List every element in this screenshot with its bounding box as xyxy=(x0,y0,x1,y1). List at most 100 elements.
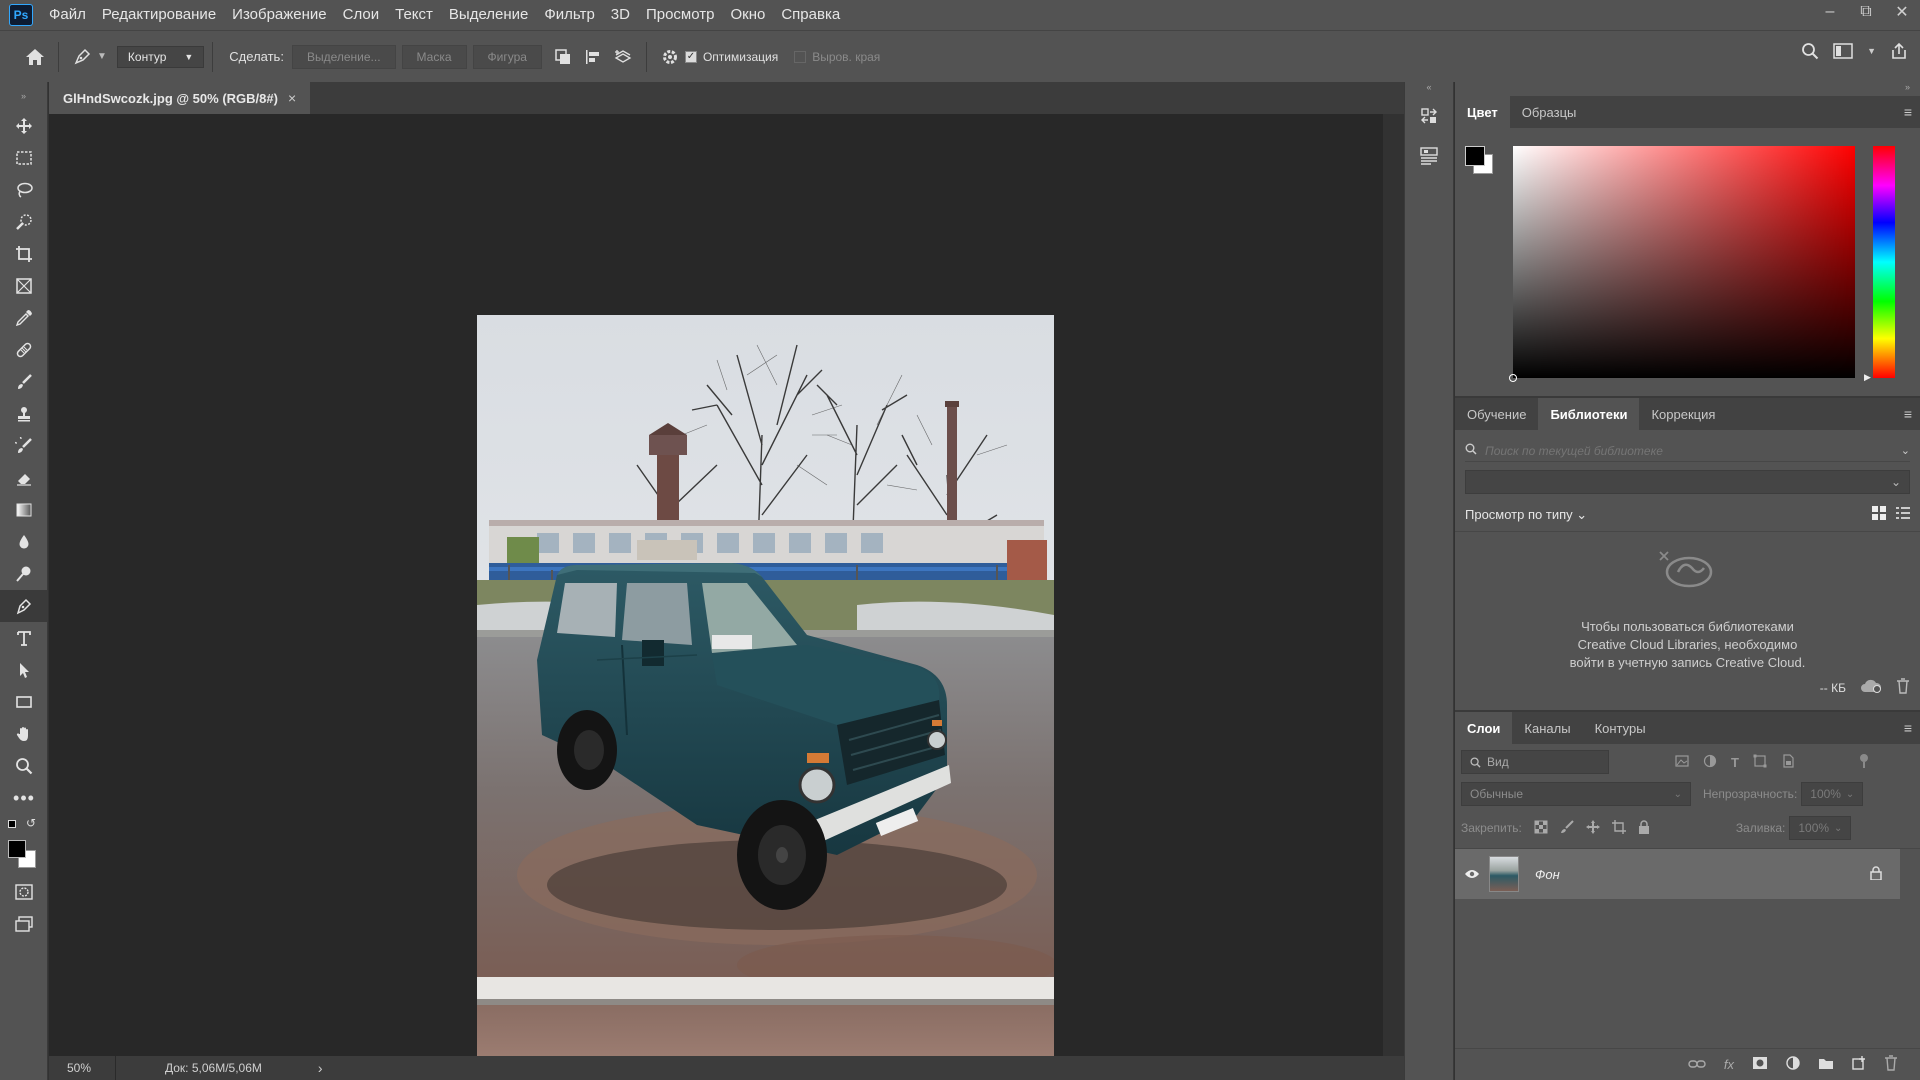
library-search[interactable]: ⌄ xyxy=(1465,440,1910,462)
close-icon[interactable]: × xyxy=(288,90,296,106)
cloud-sync-icon[interactable] xyxy=(1860,679,1882,696)
properties-panel-icon[interactable] xyxy=(1405,136,1453,176)
path-operations-icon[interactable] xyxy=(548,42,578,72)
lock-position-icon[interactable] xyxy=(1585,819,1600,837)
tab-color[interactable]: Цвет xyxy=(1455,96,1510,128)
panel-menu-icon[interactable]: ≡ xyxy=(1904,720,1912,736)
color-field[interactable] xyxy=(1509,146,1855,382)
collapse-toolbar-icon[interactable]: » xyxy=(0,82,47,110)
menu-view[interactable]: Просмотр xyxy=(638,0,723,30)
tab-layers[interactable]: Слои xyxy=(1455,712,1513,744)
menu-layers[interactable]: Слои xyxy=(335,0,387,30)
eyedropper-tool-icon[interactable] xyxy=(0,302,48,334)
menu-type[interactable]: Текст xyxy=(387,0,441,30)
menu-3d[interactable]: 3D xyxy=(603,0,638,30)
restore-icon[interactable]: ⧉ xyxy=(1848,0,1884,24)
collapse-panels-icon[interactable]: » xyxy=(1455,82,1920,96)
status-menu-arrow[interactable]: › xyxy=(318,1060,323,1076)
minimize-icon[interactable]: – xyxy=(1812,0,1848,24)
workspace-icon[interactable] xyxy=(1833,43,1853,59)
menu-window[interactable]: Окно xyxy=(722,0,773,30)
adjustment-filter-icon[interactable] xyxy=(1703,754,1717,771)
close-icon[interactable]: ✕ xyxy=(1884,0,1920,24)
history-brush-tool-icon[interactable] xyxy=(0,430,48,462)
tab-libraries[interactable]: Библиотеки xyxy=(1538,398,1640,430)
tab-swatches[interactable]: Образцы xyxy=(1510,96,1589,128)
quick-selection-tool-icon[interactable] xyxy=(0,206,48,238)
healing-brush-tool-icon[interactable] xyxy=(0,334,48,366)
layer-mask-icon[interactable] xyxy=(1752,1056,1768,1073)
type-tool-icon[interactable] xyxy=(0,622,48,654)
hue-slider-handle[interactable]: ▶ xyxy=(1864,372,1871,383)
gear-icon[interactable] xyxy=(655,42,685,72)
rectangle-tool-icon[interactable] xyxy=(0,686,48,718)
lock-artboard-icon[interactable] xyxy=(1611,819,1626,837)
quick-mask-icon[interactable] xyxy=(0,876,48,908)
crop-tool-icon[interactable] xyxy=(0,238,48,270)
panel-menu-icon[interactable]: ≡ xyxy=(1904,104,1912,120)
zoom-level[interactable]: 50% xyxy=(49,1061,115,1075)
tab-channels[interactable]: Каналы xyxy=(1512,712,1582,744)
lasso-tool-icon[interactable] xyxy=(0,174,48,206)
layer-row[interactable]: Фон xyxy=(1455,849,1900,899)
layer-name[interactable]: Фон xyxy=(1535,867,1560,882)
marquee-tool-icon[interactable] xyxy=(0,142,48,174)
collapse-panels-icon[interactable]: « xyxy=(1405,82,1453,96)
lock-all-icon[interactable] xyxy=(1638,819,1650,837)
chevron-down-icon[interactable]: ⌄ xyxy=(1901,444,1910,457)
document-canvas[interactable] xyxy=(49,114,1383,1080)
path-selection-tool-icon[interactable] xyxy=(0,654,48,686)
chevron-down-icon[interactable]: ▼ xyxy=(97,51,107,62)
more-tools-icon[interactable]: ••• xyxy=(0,782,48,814)
pen-mode-select[interactable]: Контур ▼ xyxy=(116,45,205,68)
link-layers-icon[interactable] xyxy=(1688,1057,1706,1072)
panel-menu-icon[interactable]: ≡ xyxy=(1904,406,1912,422)
screen-mode-icon[interactable] xyxy=(0,908,48,940)
blend-mode-select[interactable]: Обычные ⌄ xyxy=(1461,782,1691,806)
make-shape-button[interactable]: Фигура xyxy=(472,44,542,69)
lock-transparency-icon[interactable] xyxy=(1534,820,1548,837)
menu-help[interactable]: Справка xyxy=(773,0,848,30)
home-icon[interactable] xyxy=(20,42,50,72)
swap-colors-icon[interactable]: ↺ xyxy=(26,816,36,830)
search-icon[interactable] xyxy=(1801,42,1819,60)
layer-thumbnail[interactable] xyxy=(1489,856,1519,892)
optimize-checkbox[interactable]: ✓ xyxy=(684,50,697,63)
menu-image[interactable]: Изображение xyxy=(224,0,335,30)
trash-icon[interactable] xyxy=(1896,678,1910,697)
clone-stamp-tool-icon[interactable] xyxy=(0,398,48,430)
align-edges-checkbox[interactable] xyxy=(794,50,807,63)
chevron-down-icon[interactable]: ▼ xyxy=(1867,46,1876,56)
lock-pixels-icon[interactable] xyxy=(1560,819,1574,837)
filter-toggle-icon[interactable] xyxy=(1859,753,1869,772)
type-filter-icon[interactable]: T xyxy=(1731,755,1739,770)
frame-tool-icon[interactable] xyxy=(0,270,48,302)
tab-paths[interactable]: Контуры xyxy=(1583,712,1658,744)
opacity-input[interactable]: 100% ⌄ xyxy=(1801,782,1864,806)
canvas-vertical-scrollbar[interactable] xyxy=(1383,114,1404,1056)
menu-filter[interactable]: Фильтр xyxy=(536,0,602,30)
view-by-type-dropdown[interactable]: Просмотр по типу ⌄ xyxy=(1465,507,1587,523)
delete-layer-icon[interactable] xyxy=(1884,1055,1898,1074)
menu-file[interactable]: Файл xyxy=(41,0,94,30)
new-layer-icon[interactable] xyxy=(1852,1056,1866,1073)
layer-filter-select[interactable]: Вид xyxy=(1461,750,1609,774)
make-selection-button[interactable]: Выделение... xyxy=(291,44,396,69)
fill-input[interactable]: 100% ⌄ xyxy=(1789,816,1852,840)
document-tab[interactable]: GlHndSwcozk.jpg @ 50% (RGB/8#) × xyxy=(49,82,311,114)
eraser-tool-icon[interactable] xyxy=(0,462,48,494)
foreground-color-swatch[interactable] xyxy=(8,840,26,858)
list-view-icon[interactable] xyxy=(1896,506,1910,523)
shape-filter-icon[interactable] xyxy=(1753,754,1767,771)
path-alignment-icon[interactable] xyxy=(578,42,608,72)
hand-tool-icon[interactable] xyxy=(0,718,48,750)
library-select[interactable]: ⌄ xyxy=(1465,470,1910,494)
menu-edit[interactable]: Редактирование xyxy=(94,0,224,30)
history-panel-icon[interactable] xyxy=(1405,96,1453,136)
move-tool-icon[interactable] xyxy=(0,110,48,142)
image-filter-icon[interactable] xyxy=(1675,754,1689,770)
menu-select[interactable]: Выделение xyxy=(441,0,536,30)
new-group-icon[interactable] xyxy=(1818,1057,1834,1073)
zoom-tool-icon[interactable] xyxy=(0,750,48,782)
tab-learn[interactable]: Обучение xyxy=(1455,398,1538,430)
